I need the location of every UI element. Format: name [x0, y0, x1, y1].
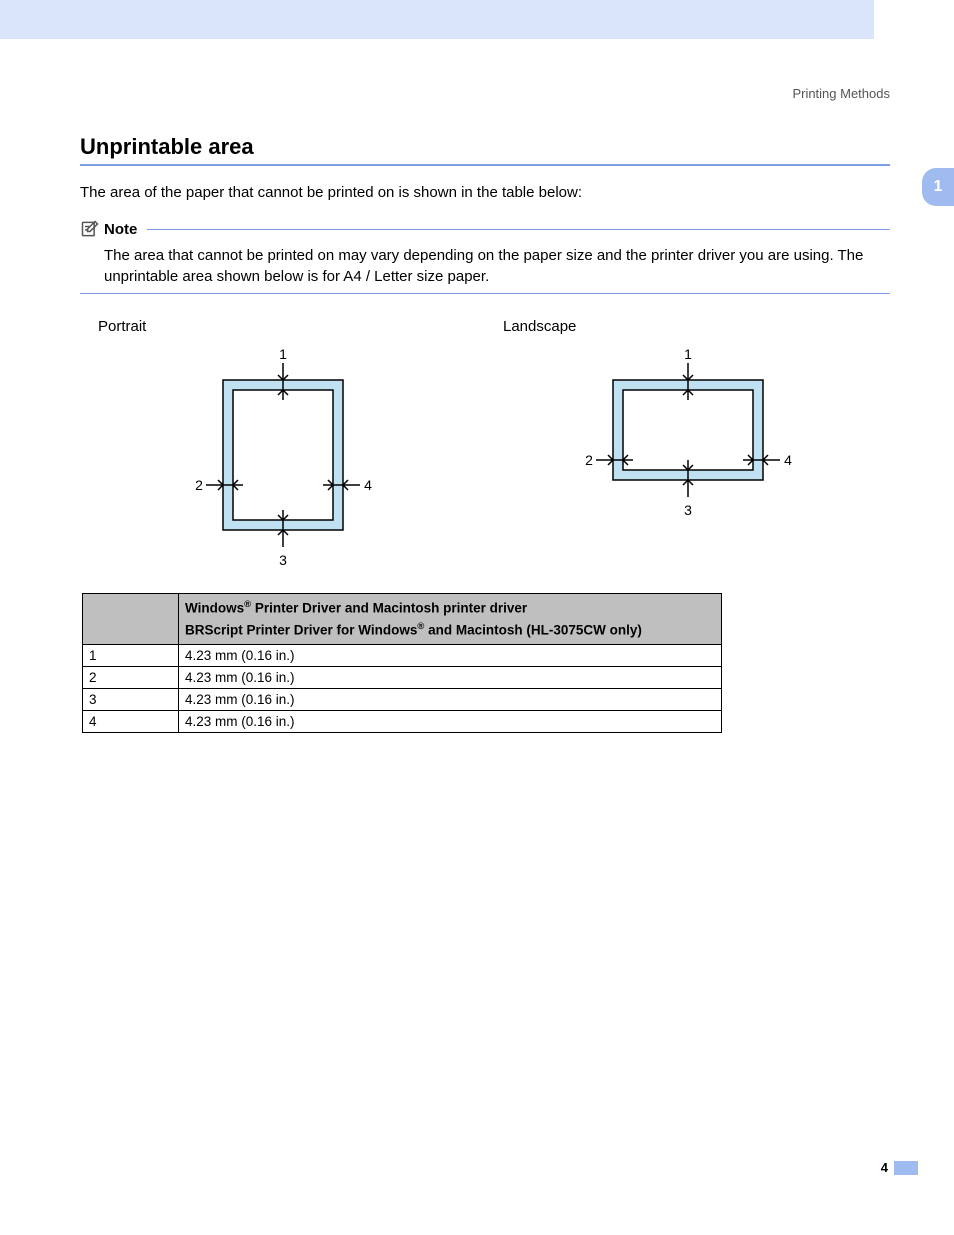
- table-row: 3 4.23 mm (0.16 in.): [83, 689, 722, 711]
- marker-right: 4: [364, 477, 372, 493]
- header-chapter-label: Printing Methods: [792, 86, 890, 101]
- note-close-rule: [80, 293, 890, 294]
- page-content: Unprintable area The area of the paper t…: [80, 134, 890, 733]
- table-row: 2 4.23 mm (0.16 in.): [83, 667, 722, 689]
- note-label: Note: [104, 221, 137, 238]
- table-row: 1 4.23 mm (0.16 in.): [83, 645, 722, 667]
- diagrams-row: Portrait 1 3: [80, 318, 890, 575]
- marker-bottom: 3: [684, 502, 692, 518]
- page-number: 4: [881, 1160, 888, 1175]
- footer-bar: [894, 1161, 918, 1175]
- marker-right: 4: [784, 452, 792, 468]
- marker-left: 2: [585, 452, 593, 468]
- table-header-cell: Windows® Printer Driver and Macintosh pr…: [179, 594, 722, 645]
- chapter-tab: 1: [922, 168, 954, 206]
- section-intro: The area of the paper that cannot be pri…: [80, 184, 890, 201]
- diagram-portrait: Portrait 1 3: [80, 318, 485, 575]
- note-block: Note The area that cannot be printed on …: [80, 219, 890, 294]
- marker-bottom: 3: [279, 552, 287, 568]
- section-title: Unprintable area: [80, 134, 890, 160]
- marker-top: 1: [684, 346, 692, 362]
- top-bar: [0, 0, 874, 39]
- diagram-portrait-title: Portrait: [80, 318, 485, 335]
- marker-left: 2: [195, 477, 203, 493]
- note-body: The area that cannot be printed on may v…: [80, 245, 890, 287]
- note-rule: [147, 229, 890, 230]
- landscape-diagram-svg: 1 3 2 4: [558, 345, 818, 545]
- diagram-landscape: Landscape 1 3: [485, 318, 890, 575]
- title-rule: [80, 164, 890, 166]
- unprintable-area-table: Windows® Printer Driver and Macintosh pr…: [82, 593, 722, 733]
- diagram-landscape-title: Landscape: [485, 318, 890, 335]
- table-row: 4 4.23 mm (0.16 in.): [83, 711, 722, 733]
- portrait-diagram-svg: 1 3 2 4: [173, 345, 393, 575]
- marker-top: 1: [279, 346, 287, 362]
- note-icon: [80, 219, 100, 239]
